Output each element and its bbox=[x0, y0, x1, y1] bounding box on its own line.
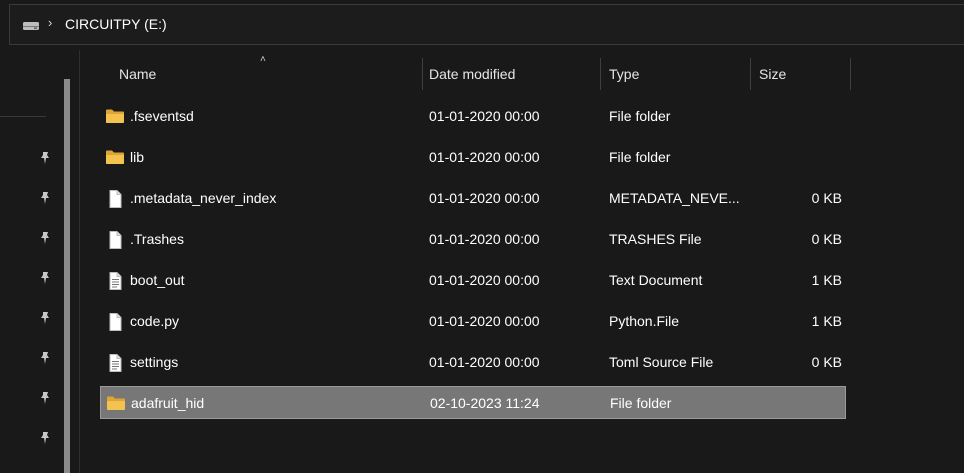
file-name: code.py bbox=[130, 313, 180, 329]
column-header-date[interactable]: Date modified bbox=[420, 56, 600, 92]
file-date: 01-01-2020 00:00 bbox=[429, 272, 540, 288]
column-header-bar: ˄ Name Date modified Type Size bbox=[100, 54, 860, 92]
pin-icon[interactable] bbox=[38, 191, 52, 208]
file-row[interactable]: .Trashes 01-01-2020 00:00 TRASHES File 0… bbox=[100, 223, 846, 256]
file-row[interactable]: .metadata_never_index 01-01-2020 00:00 M… bbox=[100, 182, 846, 215]
file-type: Toml Source File bbox=[609, 354, 714, 370]
file-date: 01-01-2020 00:00 bbox=[429, 354, 540, 370]
file-size: 0 KB bbox=[811, 190, 842, 206]
breadcrumb-chevron-icon[interactable]: › bbox=[48, 15, 52, 30]
file-size: 1 KB bbox=[811, 313, 842, 329]
file-name: adafruit_hid bbox=[131, 395, 205, 411]
file-type: File folder bbox=[609, 108, 671, 124]
pin-icon[interactable] bbox=[38, 391, 52, 408]
pin-icon[interactable] bbox=[38, 231, 52, 248]
column-header-size[interactable]: Size bbox=[750, 56, 850, 92]
file-icon bbox=[105, 313, 125, 334]
folder-icon bbox=[105, 108, 125, 127]
column-resize-handle[interactable] bbox=[850, 58, 851, 90]
pin-icon[interactable] bbox=[38, 311, 52, 328]
file-row[interactable]: lib 01-01-2020 00:00 File folder bbox=[100, 141, 846, 174]
file-type: File folder bbox=[609, 149, 671, 165]
folder-icon bbox=[105, 149, 125, 168]
file-size: 0 KB bbox=[811, 354, 842, 370]
pin-icon[interactable] bbox=[38, 271, 52, 288]
column-header-name[interactable]: Name bbox=[110, 56, 422, 92]
file-row[interactable]: boot_out 01-01-2020 00:00 Text Document … bbox=[100, 264, 846, 297]
folder-icon bbox=[106, 395, 126, 414]
file-date: 01-01-2020 00:00 bbox=[429, 313, 540, 329]
file-row[interactable]: code.py 01-01-2020 00:00 Python.File 1 K… bbox=[100, 305, 846, 338]
file-name: settings bbox=[130, 354, 179, 370]
file-date: 01-01-2020 00:00 bbox=[429, 190, 540, 206]
file-name: lib bbox=[130, 149, 145, 165]
nav-separator bbox=[0, 116, 46, 117]
file-type: File folder bbox=[610, 395, 672, 411]
file-type: METADATA_NEVE... bbox=[609, 190, 740, 206]
text-document-icon bbox=[105, 354, 125, 375]
pin-icon[interactable] bbox=[38, 151, 52, 168]
file-type: Text Document bbox=[609, 272, 703, 288]
file-name: .metadata_never_index bbox=[130, 190, 277, 206]
address-bar[interactable]: › CIRCUITPY (E:) bbox=[9, 4, 964, 45]
pane-divider[interactable] bbox=[79, 50, 80, 473]
file-date: 01-01-2020 00:00 bbox=[429, 149, 540, 165]
pin-icon[interactable] bbox=[38, 351, 52, 368]
file-date: 01-01-2020 00:00 bbox=[429, 231, 540, 247]
file-row[interactable]: .fseventsd 01-01-2020 00:00 File folder bbox=[100, 100, 846, 133]
breadcrumb-location[interactable]: CIRCUITPY (E:) bbox=[65, 16, 167, 32]
file-row-selected[interactable]: adafruit_hid 02-10-2023 11:24 File folde… bbox=[100, 386, 846, 419]
file-type: TRASHES File bbox=[609, 231, 702, 247]
nav-pane-scrollbar[interactable] bbox=[64, 79, 70, 473]
file-size: 1 KB bbox=[811, 272, 842, 288]
text-document-icon bbox=[105, 272, 125, 293]
pin-icon[interactable] bbox=[38, 431, 52, 448]
file-name: .Trashes bbox=[130, 231, 184, 247]
drive-icon bbox=[22, 18, 40, 34]
file-date: 02-10-2023 11:24 bbox=[430, 395, 540, 411]
file-row[interactable]: settings 01-01-2020 00:00 Toml Source Fi… bbox=[100, 346, 846, 379]
file-type: Python.File bbox=[609, 313, 680, 329]
file-size: 0 KB bbox=[811, 231, 842, 247]
navigation-pane bbox=[0, 50, 62, 473]
file-date: 01-01-2020 00:00 bbox=[429, 108, 540, 124]
column-header-type[interactable]: Type bbox=[600, 56, 750, 92]
file-name: .fseventsd bbox=[130, 108, 194, 124]
file-icon bbox=[105, 190, 125, 211]
file-name: boot_out bbox=[130, 272, 185, 288]
file-icon bbox=[105, 231, 125, 252]
